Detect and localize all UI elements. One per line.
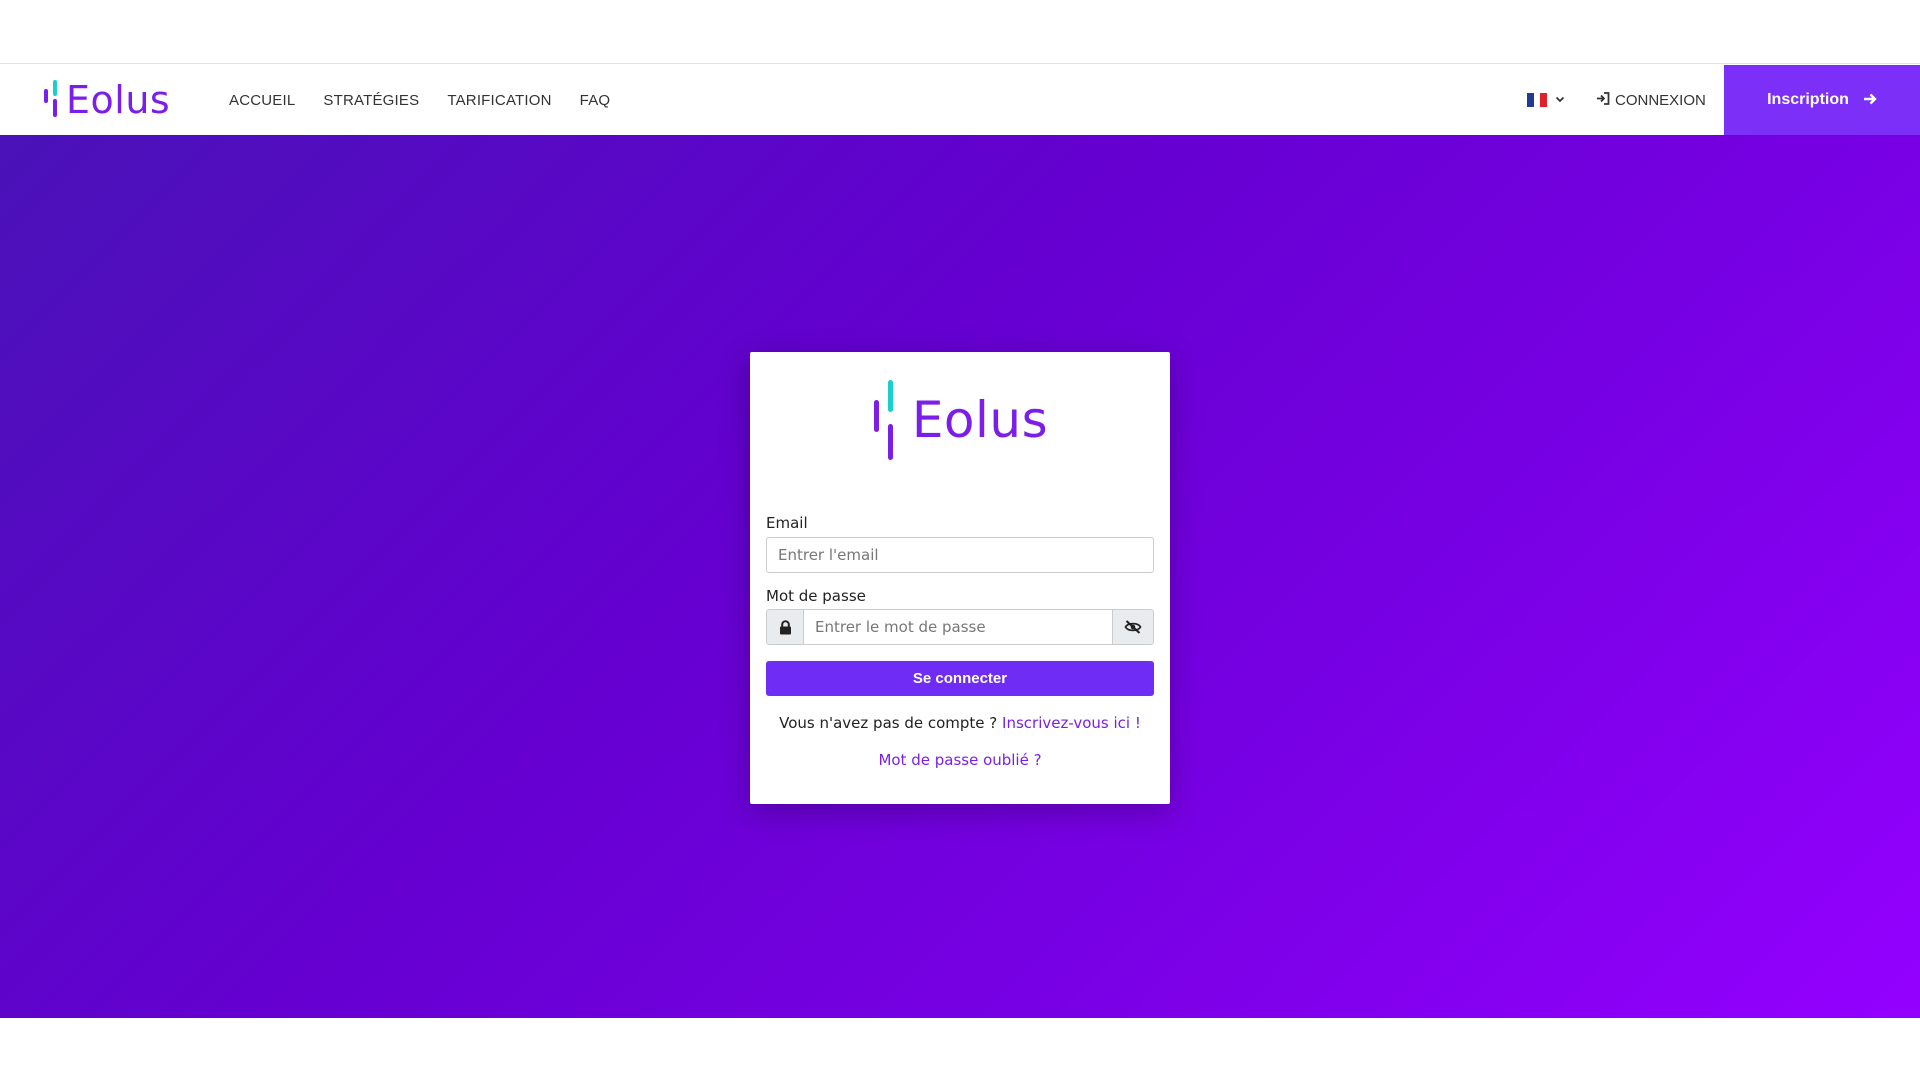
email-input[interactable] [766,537,1154,573]
nav-links: ACCUEIL STRATÉGIES TARIFICATION FAQ [229,65,610,135]
nav-link-strategies[interactable]: STRATÉGIES [323,92,419,109]
no-account-text: Vous n'avez pas de compte ? [779,714,998,732]
france-flag-icon [1527,93,1548,107]
password-input-group [766,609,1154,645]
nav-link-accueil[interactable]: ACCUEIL [229,92,295,109]
brand-mark-icon [44,77,58,123]
top-blank-strip [0,0,1920,64]
nav-link-faq[interactable]: FAQ [580,92,611,109]
nav-link-tarification[interactable]: TARIFICATION [447,92,551,109]
login-submit-button[interactable]: Se connecter [766,661,1154,696]
language-selector[interactable] [1527,91,1565,109]
eye-slash-icon[interactable] [1112,610,1153,644]
login-card: Eolus Email Mot de passe Se connecter Vo… [750,352,1170,804]
navbar: Eolus ACCUEIL STRATÉGIES TARIFICATION FA… [0,65,1920,135]
signup-button[interactable]: Inscription [1724,65,1920,135]
forgot-password-link[interactable]: Mot de passe oublié ? [750,751,1170,769]
signup-link[interactable]: Inscrivez-vous ici ! [1002,714,1141,732]
card-logo: Eolus [750,380,1170,460]
card-logo-text: Eolus [911,391,1049,449]
eolus-mark-icon [872,380,896,460]
brand-name: Eolus [66,78,171,122]
brand-logo[interactable]: Eolus [44,77,170,123]
password-label: Mot de passe [766,587,866,605]
chevron-down-icon [1555,94,1565,107]
arrow-right-icon [1863,90,1877,111]
signup-prompt: Vous n'avez pas de compte ? Inscrivez-vo… [750,714,1170,732]
signup-label: Inscription [1767,91,1849,108]
login-link[interactable]: CONNEXION [1596,91,1706,109]
sign-in-icon [1596,92,1610,108]
password-input[interactable] [804,610,1112,644]
email-label: Email [766,514,808,532]
lock-icon [767,610,804,644]
login-label: CONNEXION [1615,91,1706,109]
